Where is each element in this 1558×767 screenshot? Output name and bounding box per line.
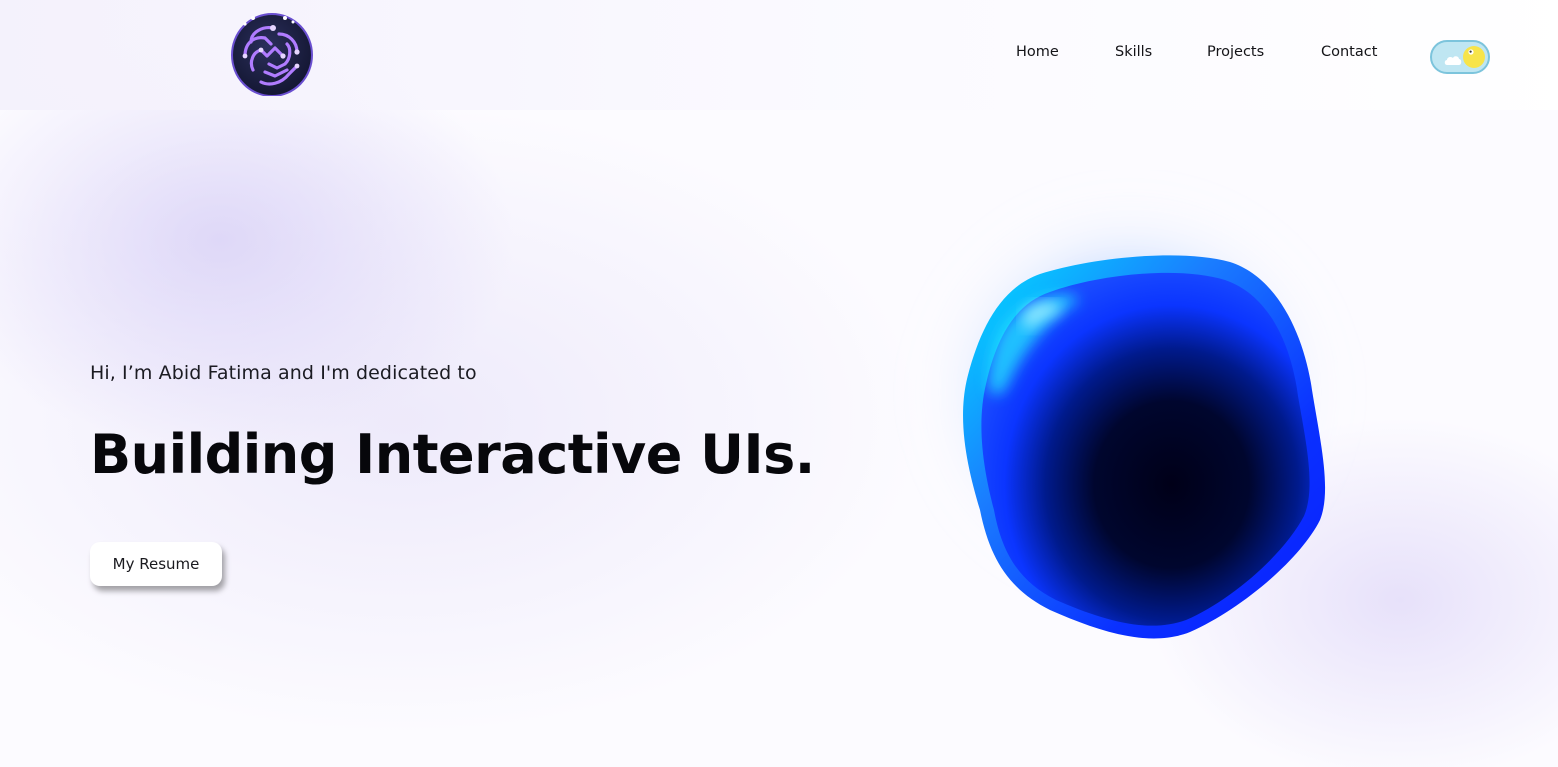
nav-link-home[interactable]: Home: [1016, 44, 1059, 60]
site-header: Home Skills Projects Contact: [0, 0, 1558, 110]
nav-link-skills[interactable]: Skills: [1115, 44, 1152, 60]
theme-toggle[interactable]: [1430, 40, 1490, 74]
hero-headline: Building Interactive UIs.: [90, 423, 815, 486]
hero-intro-text: Hi, I’m Abid Fatima and I'm dedicated to: [90, 362, 477, 384]
nav-link-projects[interactable]: Projects: [1207, 44, 1264, 60]
moon-icon: [1463, 46, 1485, 68]
resume-button[interactable]: My Resume: [90, 542, 222, 586]
nav-link-contact[interactable]: Contact: [1321, 44, 1377, 60]
3d-blob-icon: [920, 200, 1340, 639]
cloud-icon: [1444, 56, 1462, 65]
circuit-brain-logo-icon[interactable]: [231, 12, 313, 96]
